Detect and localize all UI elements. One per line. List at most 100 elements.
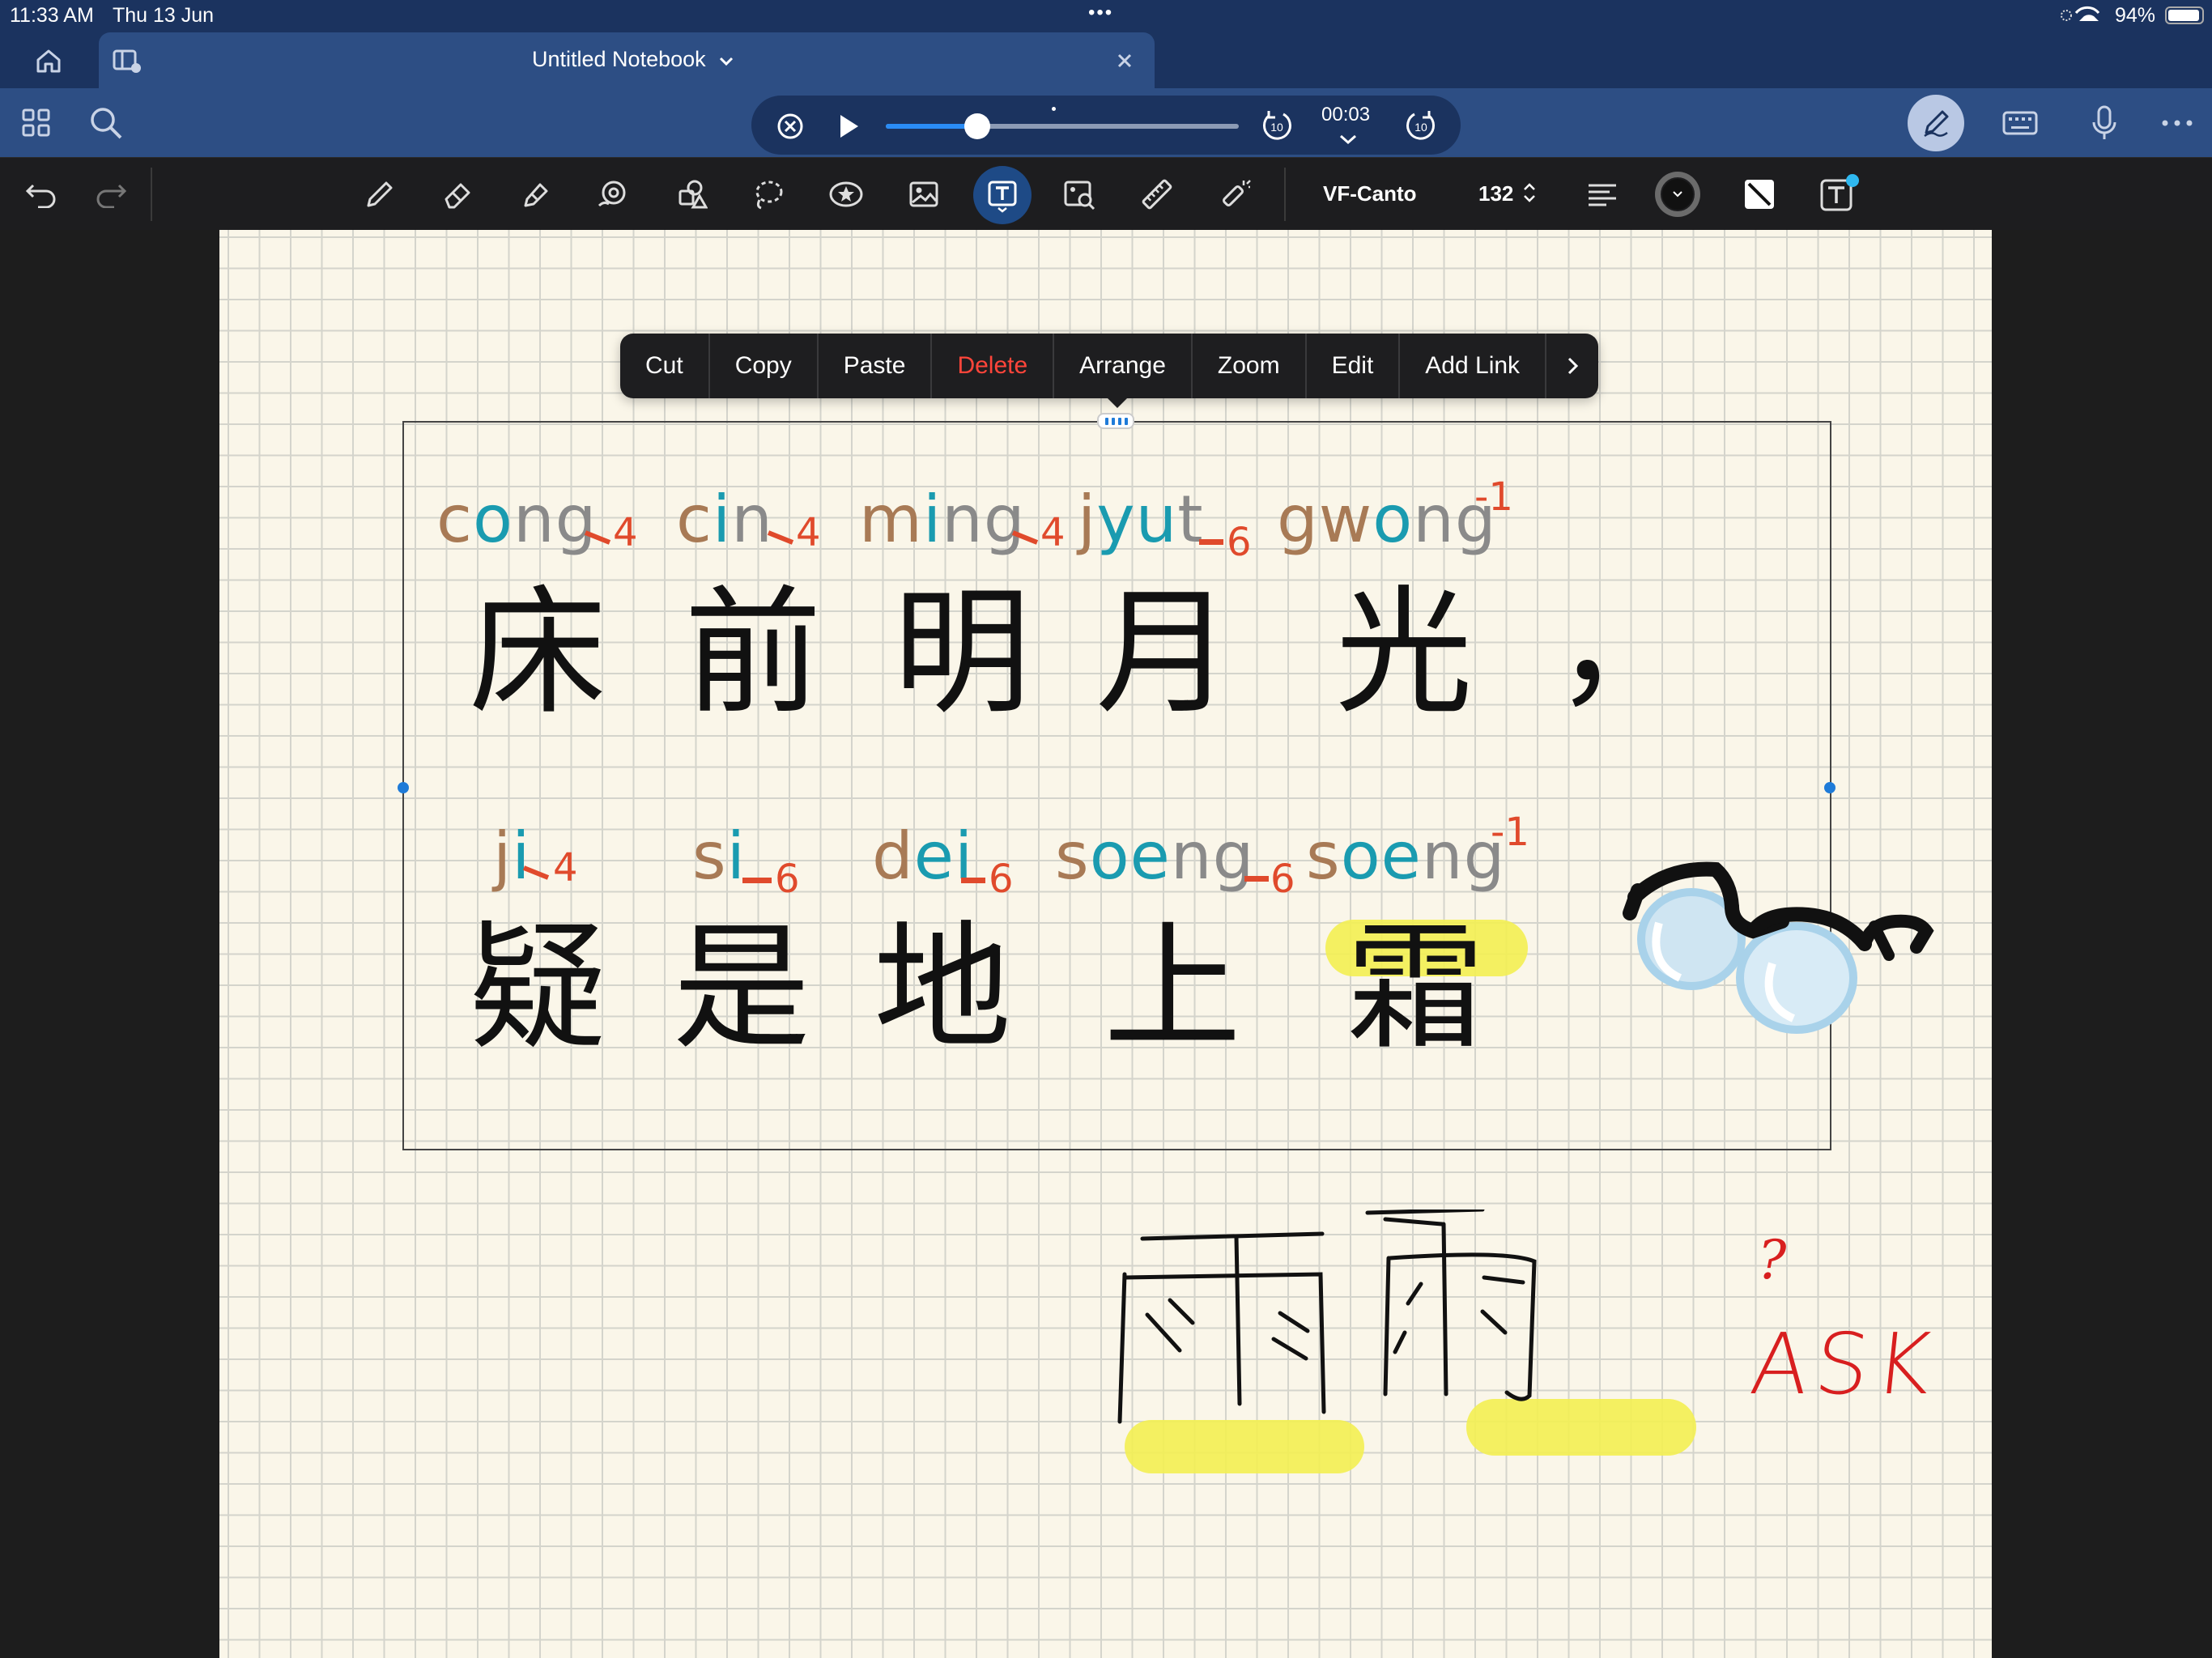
- chevron-down-icon[interactable]: [714, 49, 738, 73]
- highlighter-tool-icon[interactable]: [515, 174, 555, 215]
- text-background-icon[interactable]: [1739, 174, 1780, 215]
- tone-number: 4: [796, 510, 821, 555]
- hanzi-char: 床: [469, 573, 607, 733]
- tone-mark: [1011, 513, 1039, 552]
- close-tab-icon[interactable]: [1111, 47, 1138, 74]
- menu-add-link[interactable]: Add Link: [1400, 334, 1547, 398]
- battery-percent: 94%: [2115, 4, 2156, 27]
- hanzi-char: 明: [893, 573, 1032, 733]
- jyutping-soeng: soeng: [1306, 818, 1506, 894]
- menu-cut[interactable]: Cut: [620, 334, 710, 398]
- svg-text:10: 10: [1414, 121, 1427, 134]
- lasso-tool-icon[interactable]: [748, 174, 789, 215]
- text-style-icon[interactable]: [1817, 171, 1862, 216]
- top-toolbar: 10 00:03 10: [0, 88, 2212, 157]
- shapes-icon[interactable]: [670, 174, 711, 215]
- text-color-picker[interactable]: [1655, 172, 1700, 217]
- notebook-page[interactable]: cong 4 cin 4 ming 4 jyut 6 gwong -1 床 前 …: [219, 230, 1992, 1658]
- svg-text:10: 10: [1270, 121, 1283, 134]
- multitask-dots-icon[interactable]: •••: [1088, 2, 1113, 24]
- laser-pointer-icon[interactable]: [1214, 174, 1255, 215]
- eraser-tool-icon[interactable]: [437, 174, 478, 215]
- grid-view-icon[interactable]: [16, 103, 57, 143]
- battery-icon: [2165, 6, 2204, 24]
- glasses-drawing: [1623, 861, 1934, 1034]
- undo-icon[interactable]: [21, 174, 62, 215]
- expand-chevron-icon[interactable]: [1336, 131, 1360, 147]
- hanzi-char: 月: [1095, 573, 1234, 733]
- menu-more-chevron-icon[interactable]: [1546, 334, 1598, 398]
- canvas-area: cong 4 cin 4 ming 4 jyut 6 gwong -1 床 前 …: [0, 230, 2212, 1658]
- jyutping-dei: dei: [872, 818, 974, 894]
- tone-number: 4: [613, 510, 638, 555]
- tab-bar: Untitled Notebook: [0, 32, 2212, 88]
- microphone-icon[interactable]: [2084, 101, 2125, 145]
- handwritten-question-mark: ?: [1758, 1229, 1787, 1291]
- tone-number: 4: [1040, 510, 1066, 555]
- text-align-icon[interactable]: [1582, 174, 1623, 215]
- jyutping-gwong: gwong: [1277, 482, 1497, 557]
- size-stepper-icon[interactable]: [1521, 179, 1538, 206]
- drawing-toolbar: VF-Canto 132: [0, 157, 2212, 231]
- ruler-icon[interactable]: [1137, 174, 1177, 215]
- keyboard-icon[interactable]: [1998, 103, 2042, 143]
- wifi-icon: [2057, 3, 2121, 28]
- home-icon[interactable]: [24, 42, 73, 79]
- jyutping-jyut: jyut: [1078, 482, 1204, 557]
- elapsed-time: 00:03: [1321, 104, 1371, 125]
- play-icon[interactable]: [832, 110, 865, 142]
- hanzi-char: 上: [1104, 908, 1242, 1069]
- pen-mode-button[interactable]: [1908, 95, 1964, 151]
- menu-copy[interactable]: Copy: [710, 334, 819, 398]
- resize-handle-right[interactable]: [1824, 782, 1836, 793]
- tone-mark: [1199, 539, 1223, 545]
- tab-view-icon[interactable]: [107, 42, 147, 79]
- tab-untitled-notebook[interactable]: Untitled Notebook: [99, 32, 1155, 88]
- menu-edit[interactable]: Edit: [1307, 334, 1401, 398]
- sticker-icon[interactable]: [826, 174, 866, 215]
- text-tool-button[interactable]: [973, 166, 1032, 224]
- jyutping-cin: cin: [676, 482, 773, 557]
- tone-mark: [767, 513, 794, 552]
- image-icon[interactable]: [904, 174, 944, 215]
- hanzi-char: 疑: [469, 908, 607, 1069]
- tone-mark: [742, 878, 772, 883]
- resize-handle-left[interactable]: [398, 782, 409, 793]
- tone-mark: [584, 513, 611, 552]
- hanzi-char: 霜: [1346, 908, 1485, 1069]
- tone-number: 6: [775, 857, 800, 902]
- punctuation-comma: ，: [1554, 565, 1692, 725]
- tone-number: 6: [1270, 857, 1295, 902]
- font-size-value[interactable]: 132: [1478, 181, 1513, 206]
- jyutping-soeng: soeng: [1055, 818, 1255, 894]
- stop-recording-icon[interactable]: [774, 110, 806, 142]
- menu-delete[interactable]: Delete: [932, 334, 1055, 398]
- tone-mark: [961, 878, 985, 883]
- tab-title[interactable]: Untitled Notebook: [532, 47, 706, 72]
- context-menu-pointer: [1106, 397, 1129, 408]
- redo-icon[interactable]: [91, 174, 131, 215]
- tone-number: 6: [1227, 520, 1252, 565]
- shape-tool-icon[interactable]: [593, 174, 633, 215]
- pen-tool-icon[interactable]: [359, 174, 400, 215]
- menu-arrange[interactable]: Arrange: [1054, 334, 1193, 398]
- tone-mark: [1244, 876, 1269, 882]
- progress-knob[interactable]: [964, 113, 991, 139]
- skip-forward-10-icon[interactable]: 10: [1402, 107, 1440, 144]
- text-box-drag-handle[interactable]: [1097, 413, 1134, 429]
- jyutping-cong: cong: [436, 482, 598, 557]
- search-icon[interactable]: [86, 103, 126, 143]
- scan-image-icon[interactable]: [1059, 174, 1100, 215]
- more-options-icon[interactable]: [2157, 103, 2197, 143]
- hanzi-char: 是: [673, 908, 811, 1069]
- tone-number: -1: [1491, 810, 1529, 855]
- skip-back-10-icon[interactable]: 10: [1258, 107, 1295, 144]
- handwritten-characters: [1117, 1209, 1537, 1424]
- menu-zoom[interactable]: Zoom: [1193, 334, 1307, 398]
- status-bar: 11:33 AM Thu 13 Jun ••• 94%: [0, 0, 2212, 32]
- hanzi-char: 前: [684, 573, 823, 733]
- menu-paste[interactable]: Paste: [819, 334, 933, 398]
- progress-track[interactable]: [886, 113, 1239, 139]
- handwritten-ask: ASK: [1746, 1315, 1942, 1414]
- font-name-selector[interactable]: VF-Canto: [1323, 181, 1417, 206]
